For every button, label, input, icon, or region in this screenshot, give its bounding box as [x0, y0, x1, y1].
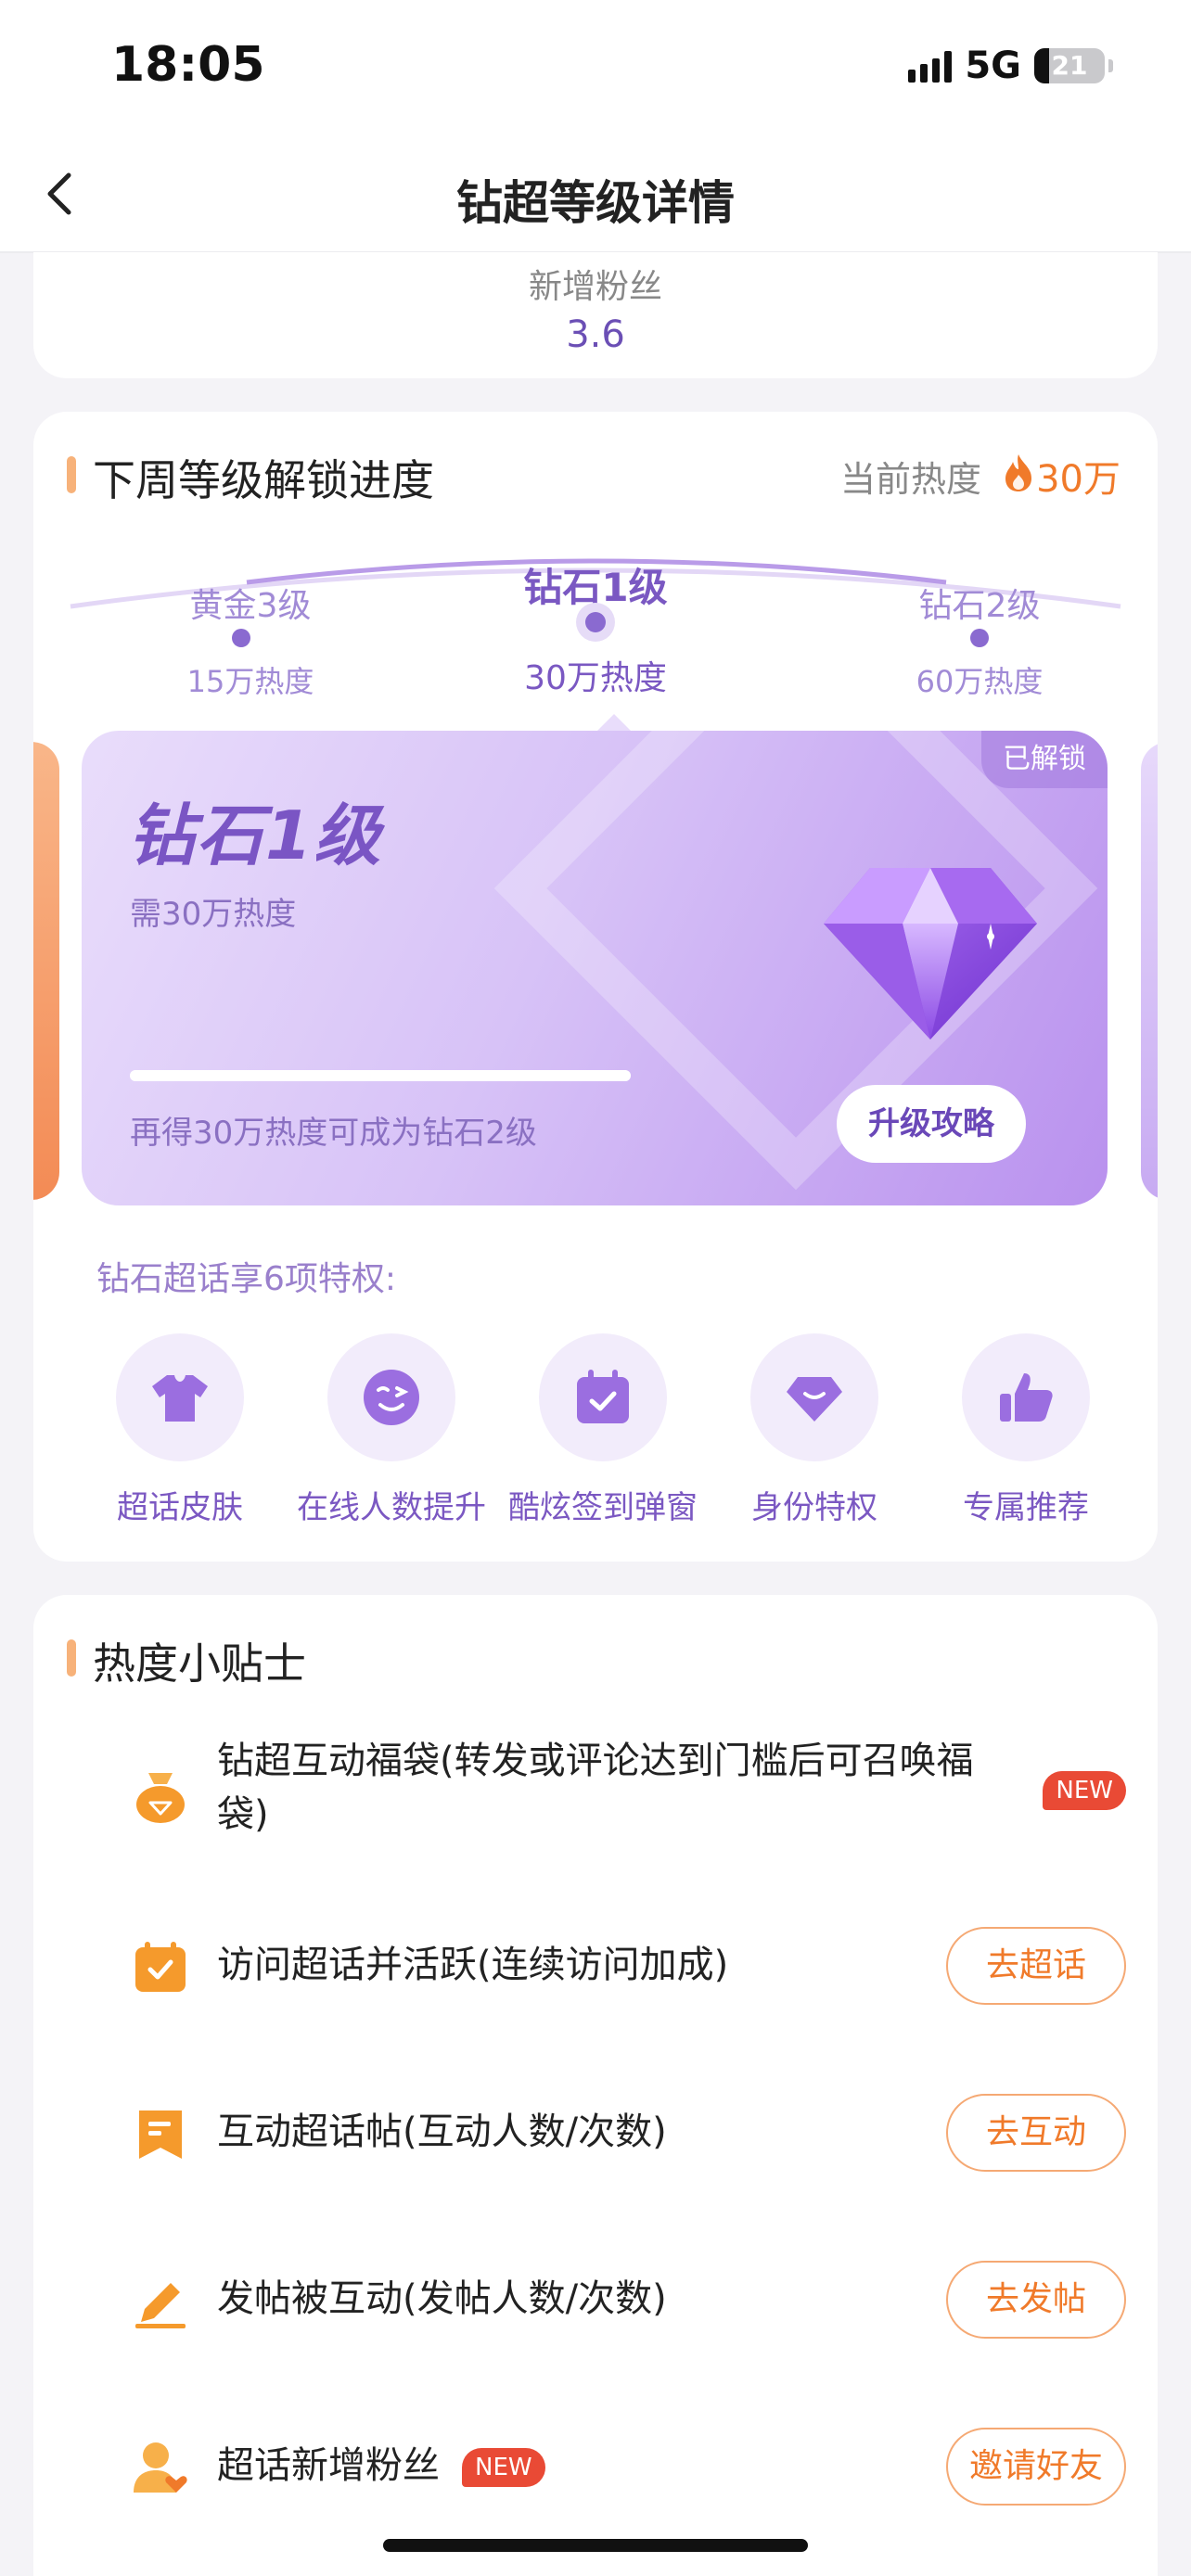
diamond-icon [824, 868, 1037, 1039]
tshirt-icon [152, 1375, 208, 1422]
calendar-check-icon [135, 1942, 186, 1992]
section-accent-bar [67, 456, 76, 493]
privilege-item-checkin[interactable]: 酷炫签到弹窗 [497, 1333, 709, 1527]
privilege-label: 身份特权 [751, 1489, 877, 1526]
next-level-card[interactable] [1141, 742, 1158, 1200]
privilege-label: 超话皮肤 [117, 1489, 243, 1526]
level-name-diamond2[interactable]: 钻石2级 [859, 579, 1100, 627]
go-topic-button[interactable]: 去超话 [946, 1927, 1126, 2005]
prev-level-card[interactable] [33, 742, 59, 1200]
tip-text: 超话新增粉丝 [217, 2444, 440, 2487]
tip-text: 发帖被互动(发帖人数/次数) [217, 2277, 667, 2320]
privilege-title: 钻石超话享6项特权: [96, 1260, 397, 1298]
privilege-item-recommend[interactable]: 专属推荐 [920, 1333, 1132, 1527]
home-indicator [383, 2539, 808, 2552]
tip-row-fans: 超话新增粉丝 NEW 邀请好友 [96, 2426, 1126, 2509]
fire-icon [1005, 454, 1031, 491]
level-dot-diamond1 [585, 612, 606, 632]
privilege-item-identity[interactable]: 身份特权 [709, 1333, 920, 1527]
bookmark-icon [139, 2111, 182, 2159]
level-card-requirement: 需30万热度 [130, 896, 297, 933]
level-name-gold3[interactable]: 黄金3级 [130, 579, 371, 627]
fans-label: 新增粉丝 [528, 268, 662, 306]
go-post-button[interactable]: 去发帖 [946, 2261, 1126, 2339]
pencil-icon [135, 2283, 186, 2328]
new-badge: NEW [462, 2448, 545, 2487]
level-progress-card: 下周等级解锁进度 当前热度 30万 黄金3级 15万热度 钻石1级 30万热度 … [33, 412, 1158, 1562]
tip-text-line1: 钻超互动福袋(转发或评论达到门槛后可召唤福 [217, 1740, 974, 1782]
level-heat-diamond1: 30万热度 [524, 659, 667, 697]
level-progress-fill [130, 1070, 631, 1081]
tip-row-lucky-bag[interactable]: 钻超互动福袋(转发或评论达到门槛后可召唤福 袋) NEW [96, 1734, 1126, 1855]
upgrade-guide-button[interactable]: 升级攻略 [837, 1085, 1026, 1163]
level-dot-gold3 [232, 629, 250, 647]
level-progress-track [130, 1070, 631, 1081]
level-card-title: 钻石1级 [128, 797, 383, 874]
battery-level: 21 [1051, 50, 1088, 81]
current-heat-label: 当前热度 [839, 459, 981, 500]
status-bar: 18:05 5G 21 [0, 0, 1191, 134]
new-badge: NEW [1043, 1771, 1126, 1810]
level-name-diamond1[interactable]: 钻石1级 [475, 556, 716, 613]
lucky-bag-icon [136, 1773, 185, 1823]
tip-row-post: 发帖被互动(发帖人数/次数) 去发帖 [96, 2259, 1126, 2342]
level-card-diamond1[interactable]: 已解锁 钻石1级 需30万热度 再得30万热度可成为钻石2级 升级攻略 [82, 731, 1108, 1205]
tip-text-line2: 袋) [217, 1793, 269, 1836]
tip-text: 访问超话并活跃(连续访问加成) [217, 1944, 729, 1986]
smiley-icon [364, 1370, 419, 1425]
privilege-list: 超话皮肤 在线人数提升 酷炫签到弹窗 身份特权 专属推荐 [33, 1333, 1158, 1527]
privilege-item-online[interactable]: 在线人数提升 [286, 1333, 497, 1527]
level-heat-diamond2: 60万热度 [916, 664, 1044, 699]
diamond-icon [787, 1377, 842, 1422]
current-heat-value: 30万 [1036, 458, 1121, 501]
tip-row-visit: 访问超话并活跃(连续访问加成) 去超话 [96, 1925, 1126, 2009]
battery-icon: 21 [1034, 48, 1105, 83]
level-dot-diamond2 [970, 629, 989, 647]
privilege-label: 在线人数提升 [297, 1489, 486, 1526]
calendar-check-icon [577, 1370, 629, 1423]
nav-bar: 钻超等级详情 [0, 134, 1191, 253]
page-title: 钻超等级详情 [456, 176, 735, 230]
level-section-title: 下周等级解锁进度 [93, 455, 434, 505]
unlocked-badge: 已解锁 [981, 731, 1108, 788]
tip-row-interact: 互动超话帖(互动人数/次数) 去互动 [96, 2092, 1126, 2175]
privilege-label: 酷炫签到弹窗 [508, 1489, 698, 1526]
go-interact-button[interactable]: 去互动 [946, 2094, 1126, 2172]
level-heat-gold3: 15万热度 [186, 664, 314, 699]
heat-tips-card: 热度小贴士 钻超互动福袋(转发或评论达到门槛后可召唤福 袋) NEW 访问超话并… [33, 1595, 1158, 2576]
fans-value: 3.6 [566, 313, 625, 356]
privilege-item-skin[interactable]: 超话皮肤 [74, 1333, 286, 1527]
level-progress-text: 再得30万热度可成为钻石2级 [130, 1115, 537, 1152]
thumbs-up-icon [1000, 1373, 1053, 1422]
status-time: 18:05 [111, 37, 265, 93]
tip-text: 互动超话帖(互动人数/次数) [217, 2111, 667, 2153]
status-indicators: 5G 21 [908, 45, 1113, 87]
summary-card: 新增粉丝 3.6 [33, 252, 1158, 378]
signal-icon [908, 49, 953, 83]
invite-friends-button[interactable]: 邀请好友 [946, 2428, 1126, 2506]
privilege-label: 专属推荐 [963, 1489, 1089, 1526]
section-accent-bar [67, 1639, 76, 1677]
level-track: 黄金3级 15万热度 钻石1级 30万热度 钻石2级 60万热度 [33, 542, 1158, 727]
user-heart-icon [134, 2442, 187, 2493]
network-label: 5G [965, 45, 1021, 87]
tips-section-title: 热度小贴士 [93, 1639, 306, 1689]
